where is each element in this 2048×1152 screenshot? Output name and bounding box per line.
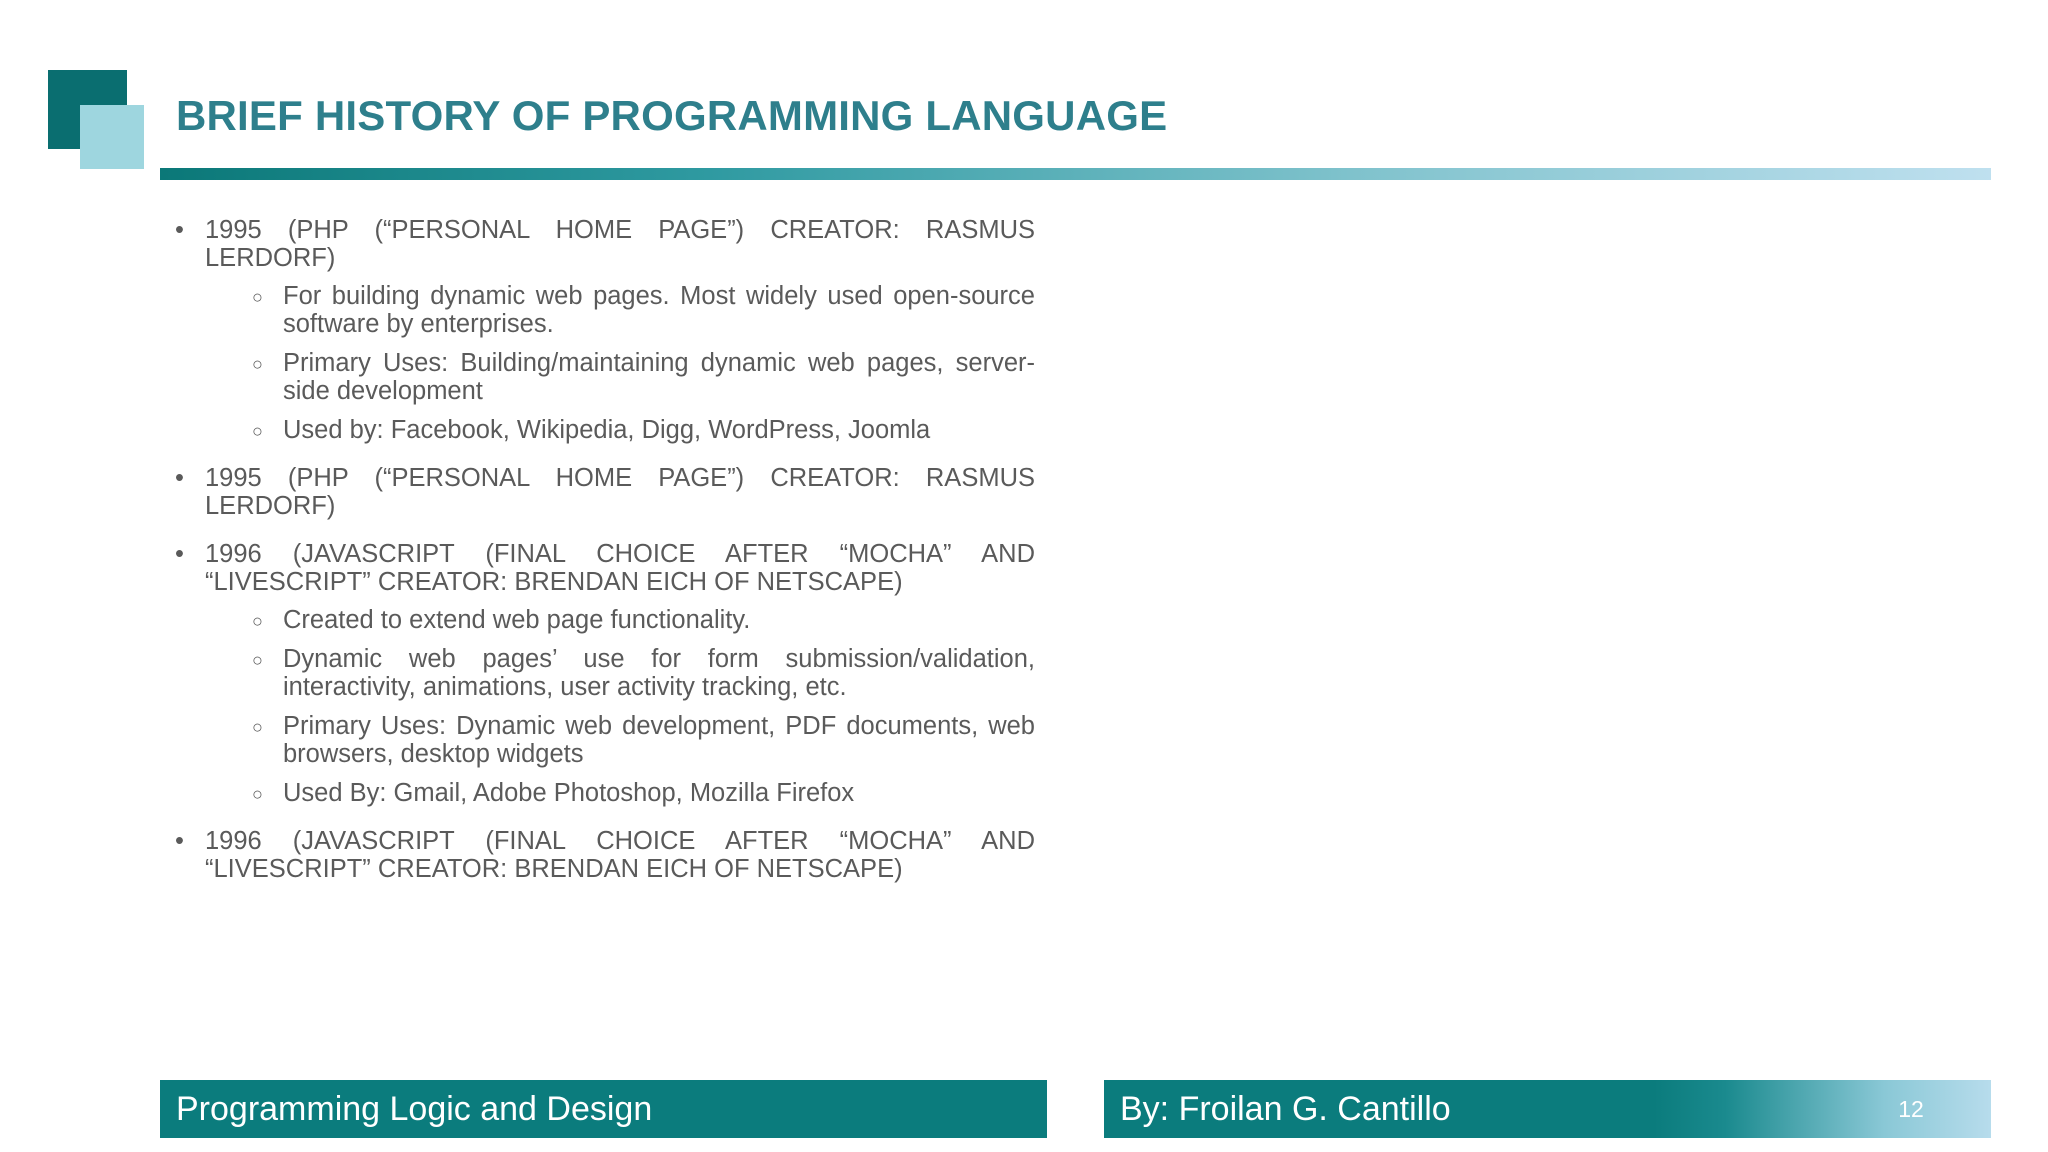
- sub-bullet-item: Primary Uses: Dynamic web development, P…: [175, 712, 1035, 768]
- sub-bullet-item: For building dynamic web pages. Most wid…: [175, 282, 1035, 338]
- bullet-item: 1995 (PHP (“PERSONAL HOME PAGE”) CREATOR…: [175, 464, 1035, 520]
- title-underline: [160, 168, 1991, 180]
- sub-bullet-item: Dynamic web pages’ use for form submissi…: [175, 645, 1035, 701]
- footer-course-title: Programming Logic and Design: [176, 1090, 653, 1128]
- page-number: 12: [1898, 1096, 1924, 1122]
- sub-list: Created to extend web page functionality…: [175, 606, 1035, 808]
- bullet-item: 1996 (JAVASCRIPT (FINAL CHOICE AFTER “MO…: [175, 540, 1035, 596]
- sub-bullet-item: Used by: Facebook, Wikipedia, Digg, Word…: [175, 416, 1035, 445]
- footer-course-bar: Programming Logic and Design: [160, 1080, 1047, 1138]
- sub-bullet-item: Used By: Gmail, Adobe Photoshop, Mozilla…: [175, 779, 1035, 808]
- sub-bullet-item: Created to extend web page functionality…: [175, 606, 1035, 635]
- footer-author: By: Froilan G. Cantillo: [1120, 1090, 1451, 1128]
- slide-content: 1995 (PHP (“PERSONAL HOME PAGE”) CREATOR…: [175, 216, 1035, 903]
- slide-title: BRIEF HISTORY OF PROGRAMMING LANGUAGE: [176, 92, 1168, 139]
- logo-square-light: [80, 105, 144, 169]
- sub-bullet-item: Primary Uses: Building/maintaining dynam…: [175, 349, 1035, 405]
- bullet-item: 1995 (PHP (“PERSONAL HOME PAGE”) CREATOR…: [175, 216, 1035, 272]
- sub-list: For building dynamic web pages. Most wid…: [175, 282, 1035, 445]
- footer-author-bar: By: Froilan G. Cantillo: [1104, 1080, 1991, 1138]
- bullet-item: 1996 (JAVASCRIPT (FINAL CHOICE AFTER “MO…: [175, 827, 1035, 883]
